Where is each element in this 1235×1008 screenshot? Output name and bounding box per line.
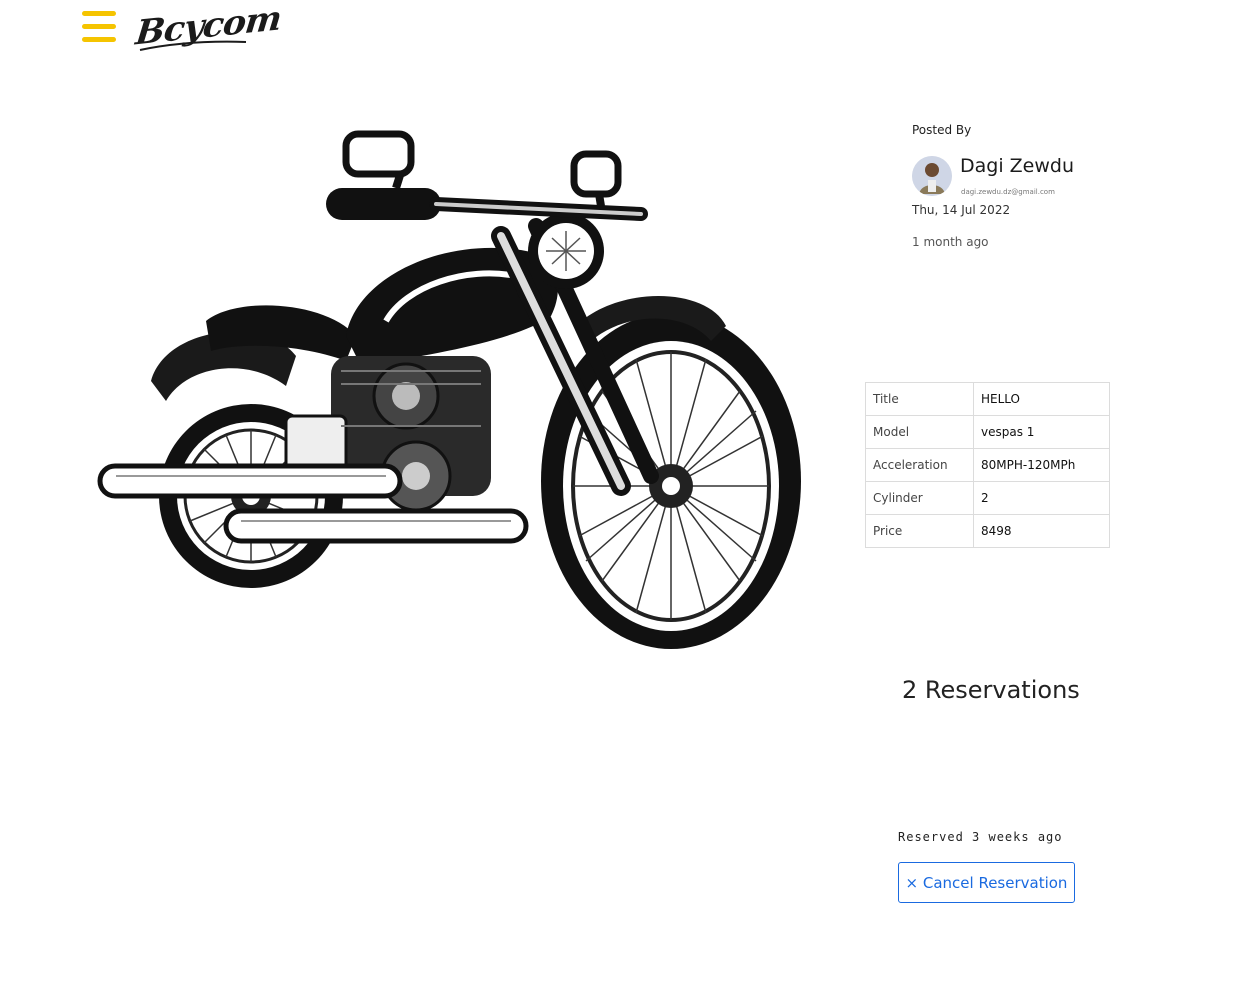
spec-value: 8498 — [973, 514, 1110, 548]
hamburger-icon-bar — [82, 37, 116, 42]
spec-value: 80MPH-120MPh — [973, 448, 1110, 482]
author-name[interactable]: Dagi Zewdu — [960, 155, 1074, 177]
spec-label: Title — [865, 382, 974, 416]
post-relative-time: 1 month ago — [912, 235, 989, 249]
table-row: Model vespas 1 — [865, 415, 1110, 449]
spec-label: Cylinder — [865, 481, 974, 515]
handlebars — [326, 130, 648, 221]
post-date: Thu, 14 Jul 2022 — [912, 203, 1011, 217]
table-row: Title HELLO — [865, 382, 1110, 416]
spec-label: Acceleration — [865, 448, 974, 482]
cancel-reservation-button[interactable]: × Cancel Reservation — [898, 862, 1075, 903]
user-avatar-icon — [912, 156, 952, 196]
reserved-time: Reserved 3 weeks ago — [898, 830, 1063, 844]
spec-value: 2 — [973, 481, 1110, 515]
table-row: Cylinder 2 — [865, 481, 1110, 515]
spec-label: Price — [865, 514, 974, 548]
avatar[interactable] — [912, 156, 952, 196]
menu-button[interactable] — [82, 11, 116, 43]
spec-value: HELLO — [973, 382, 1110, 416]
headlight — [528, 213, 604, 289]
table-row: Price 8498 — [865, 514, 1110, 548]
specs-table: Title HELLO Model vespas 1 Acceleration … — [865, 382, 1110, 548]
motorcycle-image — [97, 130, 801, 649]
hamburger-icon-bar — [82, 11, 116, 16]
table-row: Acceleration 80MPH-120MPh — [865, 448, 1110, 482]
spec-value: vespas 1 — [973, 415, 1110, 449]
front-wheel — [541, 313, 801, 649]
author-email: dagi.zewdu.dz@gmail.com — [961, 188, 1055, 196]
logo-underline — [139, 40, 247, 51]
hamburger-icon-bar — [82, 24, 116, 29]
spec-label: Model — [865, 415, 974, 449]
posted-by-label: Posted By — [912, 123, 972, 137]
reservations-count: 2 Reservations — [902, 676, 1080, 704]
